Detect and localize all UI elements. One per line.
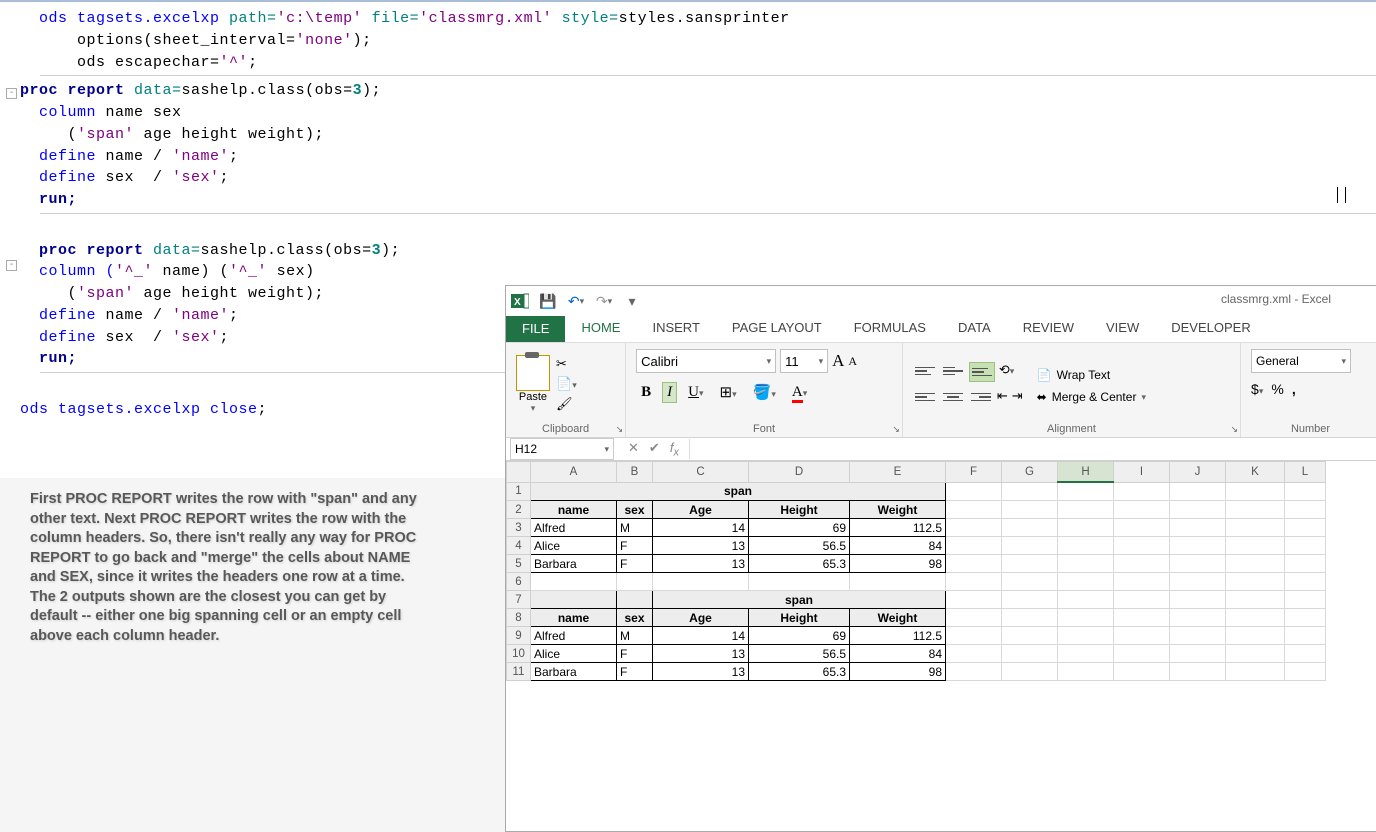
- align-middle-icon[interactable]: [941, 362, 965, 380]
- decrease-indent-icon[interactable]: ⇤: [997, 388, 1008, 406]
- font-color-button[interactable]: A▾: [787, 382, 812, 403]
- align-bottom-icon[interactable]: [969, 362, 995, 382]
- font-name-select[interactable]: Calibri▾: [636, 349, 776, 373]
- tab-home[interactable]: HOME: [565, 316, 636, 342]
- explanation-text: First PROC REPORT writes the row with "s…: [30, 490, 430, 647]
- shrink-font-icon[interactable]: A: [848, 354, 857, 369]
- align-right-icon[interactable]: [969, 388, 993, 406]
- format-painter-icon[interactable]: 🖌: [556, 396, 577, 412]
- row-header[interactable]: 11: [507, 663, 531, 681]
- undo-icon[interactable]: ↶▾: [566, 291, 586, 311]
- col-header[interactable]: J: [1170, 462, 1226, 483]
- number-format-select[interactable]: General▾: [1251, 349, 1351, 373]
- wrap-text-icon: 📄: [1037, 368, 1052, 382]
- col-header[interactable]: E: [850, 462, 946, 483]
- italic-button[interactable]: I: [662, 382, 677, 403]
- merge-icon: ⬌: [1037, 390, 1047, 404]
- fill-color-button[interactable]: 🪣▾: [748, 381, 781, 404]
- wrap-text-button[interactable]: 📄Wrap Text: [1037, 368, 1146, 382]
- tab-data[interactable]: DATA: [942, 316, 1007, 342]
- percent-icon[interactable]: %: [1271, 381, 1283, 397]
- tab-formulas[interactable]: FORMULAS: [838, 316, 942, 342]
- col-header[interactable]: I: [1114, 462, 1170, 483]
- tab-page-layout[interactable]: PAGE LAYOUT: [716, 316, 838, 342]
- span-header-cell[interactable]: span: [653, 591, 946, 609]
- dialog-launcher-icon[interactable]: ↘: [616, 424, 624, 435]
- tab-developer[interactable]: DEVELOPER: [1155, 316, 1266, 342]
- svg-text:X: X: [514, 297, 521, 308]
- font-size-select[interactable]: 11▾: [780, 349, 828, 373]
- tab-file[interactable]: FILE: [506, 316, 565, 342]
- window-title: classmrg.xml - Excel: [1221, 292, 1331, 306]
- dialog-launcher-icon[interactable]: ↘: [892, 424, 900, 435]
- row-header[interactable]: 5: [507, 555, 531, 573]
- ribbon-tabs: FILE HOME INSERT PAGE LAYOUT FORMULAS DA…: [506, 316, 1376, 342]
- align-center-icon[interactable]: [941, 388, 965, 406]
- excel-icon: X: [510, 291, 530, 311]
- border-button[interactable]: ⊞▾: [715, 381, 742, 404]
- fold-icon[interactable]: -: [6, 88, 17, 99]
- row-header[interactable]: 1: [507, 482, 531, 501]
- excel-window: X 💾 ↶▾ ↷▾ ▾ classmrg.xml - Excel FILE HO…: [505, 285, 1376, 832]
- cut-icon[interactable]: ✂: [556, 356, 577, 372]
- merge-center-button[interactable]: ⬌Merge & Center▾: [1037, 390, 1146, 404]
- col-header[interactable]: F: [946, 462, 1002, 483]
- comma-icon[interactable]: ,: [1292, 381, 1296, 397]
- confirm-formula-icon[interactable]: ✔: [649, 440, 660, 459]
- col-header[interactable]: D: [749, 462, 850, 483]
- col-header[interactable]: A: [531, 462, 617, 483]
- select-all-corner[interactable]: [507, 462, 531, 483]
- row-header[interactable]: 4: [507, 537, 531, 555]
- underline-button[interactable]: U▾: [683, 382, 708, 403]
- qat-customize-icon[interactable]: ▾: [622, 291, 642, 311]
- tab-insert[interactable]: INSERT: [636, 316, 715, 342]
- fx-icon[interactable]: fx: [670, 440, 679, 459]
- fold-icon[interactable]: -: [6, 260, 17, 271]
- dialog-launcher-icon[interactable]: ↘: [1231, 424, 1239, 435]
- orientation-icon[interactable]: ⟲▾: [999, 362, 1014, 382]
- redo-icon[interactable]: ↷▾: [594, 291, 614, 311]
- formula-bar[interactable]: [689, 439, 1376, 459]
- spreadsheet-grid[interactable]: A B C D E F G H I J K L 1 span 2 name se…: [506, 461, 1376, 681]
- col-header[interactable]: L: [1285, 462, 1326, 483]
- tab-review[interactable]: REVIEW: [1007, 316, 1090, 342]
- cancel-formula-icon[interactable]: ✕: [628, 440, 639, 459]
- ribbon: Paste▾ ✂ 📄▾ 🖌 Clipboard ↘ Calibri▾ 11▾ A…: [506, 342, 1376, 438]
- grow-font-icon[interactable]: A: [832, 351, 844, 371]
- row-header[interactable]: 8: [507, 609, 531, 627]
- paste-button[interactable]: Paste▾: [516, 355, 550, 414]
- span-header-cell[interactable]: span: [531, 482, 946, 501]
- copy-icon[interactable]: 📄▾: [556, 376, 577, 392]
- bold-button[interactable]: B: [636, 382, 656, 403]
- text-cursor: [1337, 187, 1346, 203]
- increase-indent-icon[interactable]: ⇥: [1012, 388, 1023, 406]
- col-header[interactable]: K: [1226, 462, 1285, 483]
- align-left-icon[interactable]: [913, 388, 937, 406]
- col-header[interactable]: C: [653, 462, 749, 483]
- name-box[interactable]: H12▾: [510, 438, 614, 460]
- currency-icon[interactable]: $▾: [1251, 381, 1263, 397]
- save-icon[interactable]: 💾: [538, 291, 558, 311]
- row-header[interactable]: 10: [507, 645, 531, 663]
- align-top-icon[interactable]: [913, 362, 937, 380]
- col-header[interactable]: G: [1002, 462, 1058, 483]
- row-header[interactable]: 2: [507, 501, 531, 519]
- tab-view[interactable]: VIEW: [1090, 316, 1155, 342]
- row-header[interactable]: 7: [507, 591, 531, 609]
- col-header[interactable]: H: [1058, 462, 1114, 483]
- col-header[interactable]: B: [617, 462, 653, 483]
- row-header[interactable]: 3: [507, 519, 531, 537]
- row-header[interactable]: 9: [507, 627, 531, 645]
- row-header[interactable]: 6: [507, 573, 531, 591]
